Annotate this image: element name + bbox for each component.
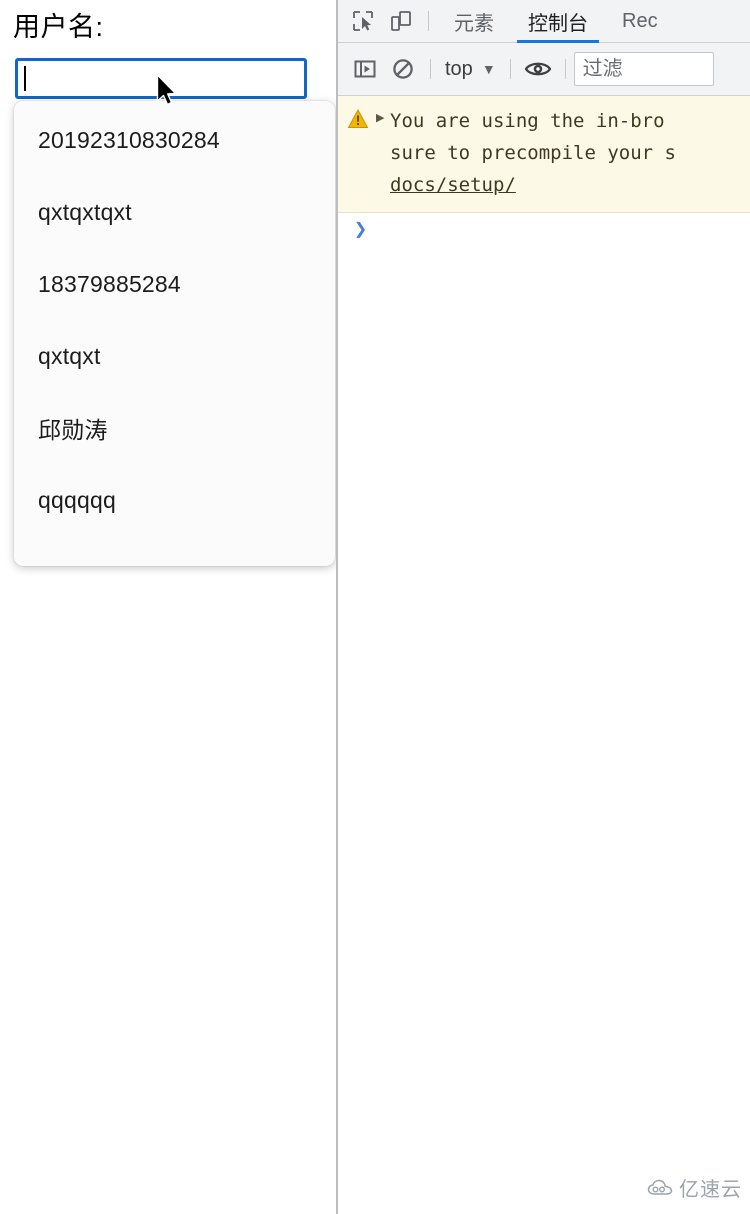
console-body: ▶ You are using the in-bro sure to preco… <box>338 96 750 1214</box>
expand-arrow-icon[interactable]: ▶ <box>376 113 390 124</box>
clear-console-icon[interactable] <box>384 50 422 88</box>
tab-label: 控制台 <box>528 12 588 35</box>
watermark-text: 亿速云 <box>679 1179 742 1201</box>
toolbar-separator <box>430 59 431 79</box>
autofill-item-label: qxtqxt <box>38 342 101 369</box>
username-input[interactable] <box>15 58 307 99</box>
console-warning-text: You are using the in-bro sure to precomp… <box>390 105 750 201</box>
devtools-tabbar: 元素 控制台 Rec <box>338 0 750 43</box>
toolbar-separator <box>428 11 429 31</box>
warning-triangle-icon <box>347 108 369 128</box>
autofill-item-label: 18379885284 <box>38 270 181 297</box>
watermark: 亿速云 <box>647 1173 742 1202</box>
toolbar-separator <box>564 59 566 79</box>
warning-doc-link[interactable]: docs/setup/ <box>390 174 516 196</box>
tab-label: Rec <box>622 9 658 32</box>
execution-context-selector[interactable]: top ▼ <box>439 58 502 81</box>
device-toolbar-icon[interactable] <box>382 2 420 40</box>
tab-recorder[interactable]: Rec <box>605 0 675 43</box>
autofill-item-label: 邱勋涛 <box>38 417 108 443</box>
web-page-pane: 用户名: 20192310830284 qxtqxtqxt 1837988528… <box>0 0 337 1214</box>
autofill-item-label: qxtqxtqxt <box>38 198 132 225</box>
chevron-down-icon: ▼ <box>481 61 496 77</box>
autofill-item[interactable]: 20192310830284 <box>14 104 335 176</box>
tab-elements[interactable]: 元素 <box>437 0 511 43</box>
autofill-dropdown[interactable]: 20192310830284 qxtqxtqxt 18379885284 qxt… <box>14 101 335 566</box>
toolbar-separator <box>509 59 511 79</box>
autofill-item[interactable]: 18379885284 <box>14 248 335 320</box>
autofill-item[interactable]: qxtqxtqxt <box>14 176 335 248</box>
devtools-pane: 元素 控制台 Rec top ▼ 过滤 ▶ You are using the … <box>338 0 750 1214</box>
username-label: 用户名: <box>13 12 104 42</box>
cloud-icon <box>647 1179 673 1195</box>
warning-line-2: sure to precompile your s <box>390 142 676 164</box>
screen-root: 用户名: 20192310830284 qxtqxtqxt 1837988528… <box>0 0 750 1214</box>
autofill-item[interactable]: qqqqqq <box>14 464 335 536</box>
tab-console[interactable]: 控制台 <box>511 0 605 43</box>
autofill-item-label: qqqqqq <box>38 486 116 513</box>
console-input-prompt[interactable]: ❯ <box>338 213 750 253</box>
autofill-item[interactable]: 邱勋涛 <box>14 392 335 464</box>
eye-icon[interactable] <box>519 50 557 88</box>
console-sidebar-icon[interactable] <box>346 50 384 88</box>
warning-line-1: You are using the in-bro <box>390 110 665 132</box>
inspect-element-icon[interactable] <box>344 2 382 40</box>
console-warning-message[interactable]: ▶ You are using the in-bro sure to preco… <box>338 96 750 213</box>
prompt-chevron-icon: ❯ <box>354 217 368 242</box>
autofill-item[interactable]: qxtqxt <box>14 320 335 392</box>
text-caret <box>24 66 26 91</box>
console-toolbar: top ▼ <box>338 43 750 96</box>
autofill-item-label: 20192310830284 <box>38 126 220 153</box>
context-label: top <box>445 57 473 80</box>
filter-input[interactable] <box>573 52 714 86</box>
tab-label: 元素 <box>454 12 494 35</box>
